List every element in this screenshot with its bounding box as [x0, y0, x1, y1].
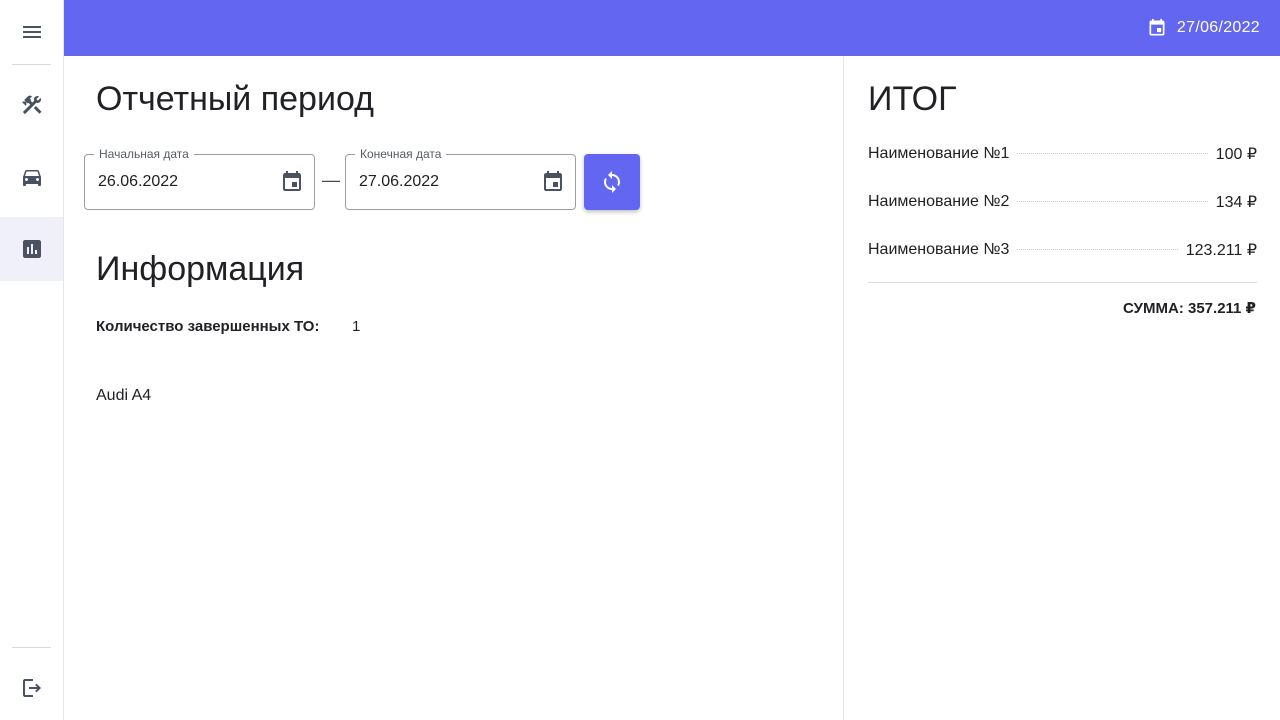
end-date-field[interactable]: Конечная дата: [345, 147, 576, 210]
total-sum: СУММА: 357.211 ₽: [1123, 300, 1256, 317]
car-icon: [22, 170, 41, 186]
calendar-icon: [283, 171, 301, 191]
end-date-input[interactable]: [359, 155, 529, 209]
total-item-amount: 100 ₽: [1215, 146, 1257, 163]
sidebar-divider: [12, 64, 51, 65]
sidebar-item-cars[interactable]: [0, 145, 63, 209]
calendar-icon: [544, 171, 562, 191]
completed-count-row: Количество завершенных ТО: 1: [96, 318, 360, 335]
completed-count-label: Количество завершенных ТО:: [96, 318, 320, 335]
dotted-leader: [1017, 142, 1208, 154]
tools-icon: [21, 95, 42, 115]
start-date-field[interactable]: Начальная дата: [84, 147, 315, 210]
total-item-amount: 134 ₽: [1215, 194, 1257, 211]
start-date-picker-button[interactable]: [280, 170, 304, 194]
total-item: Наименование №2 134 ₽: [868, 190, 1257, 214]
end-date-picker-button[interactable]: [541, 170, 565, 194]
totals-divider: [868, 282, 1257, 283]
sidebar-item-services[interactable]: [0, 73, 63, 137]
period-title: Отчетный период: [96, 80, 374, 118]
total-item-name: Наименование №1: [868, 145, 1010, 162]
dotted-leader: [1017, 238, 1178, 250]
start-date-input[interactable]: [98, 155, 268, 209]
dotted-leader: [1017, 190, 1208, 202]
total-item-name: Наименование №3: [868, 241, 1010, 258]
totals-panel: ИТОГ Наименование №1 100 ₽ Наименование …: [843, 56, 1280, 720]
bar-chart-icon: [22, 240, 41, 258]
date-range-separator: —: [322, 170, 340, 190]
sidebar: [0, 0, 64, 720]
current-date-text: 27/06/2022: [1176, 19, 1260, 36]
total-item-name: Наименование №2: [868, 193, 1010, 210]
calendar-icon: [1149, 18, 1165, 36]
menu-button[interactable]: [0, 0, 63, 64]
total-item-amount: 123.211 ₽: [1185, 242, 1257, 259]
total-item: Наименование №1 100 ₽: [868, 142, 1257, 166]
sidebar-item-reports[interactable]: [0, 217, 63, 281]
sidebar-divider: [12, 647, 51, 648]
main-content: Отчетный период Начальная дата — Конечна…: [64, 56, 843, 720]
sync-icon: [604, 171, 620, 193]
refresh-button[interactable]: [584, 154, 640, 210]
completed-count-value: 1: [352, 318, 361, 335]
current-date: 27/06/2022: [1147, 0, 1260, 56]
info-title: Информация: [96, 250, 305, 288]
car-name: Audi A4: [96, 387, 152, 404]
totals-title: ИТОГ: [868, 80, 957, 118]
top-bar: 27/06/2022: [64, 0, 1280, 56]
logout-icon: [22, 679, 41, 697]
total-item: Наименование №3 123.211 ₽: [868, 238, 1257, 262]
menu-icon: [22, 26, 41, 38]
logout-button[interactable]: [0, 656, 63, 720]
